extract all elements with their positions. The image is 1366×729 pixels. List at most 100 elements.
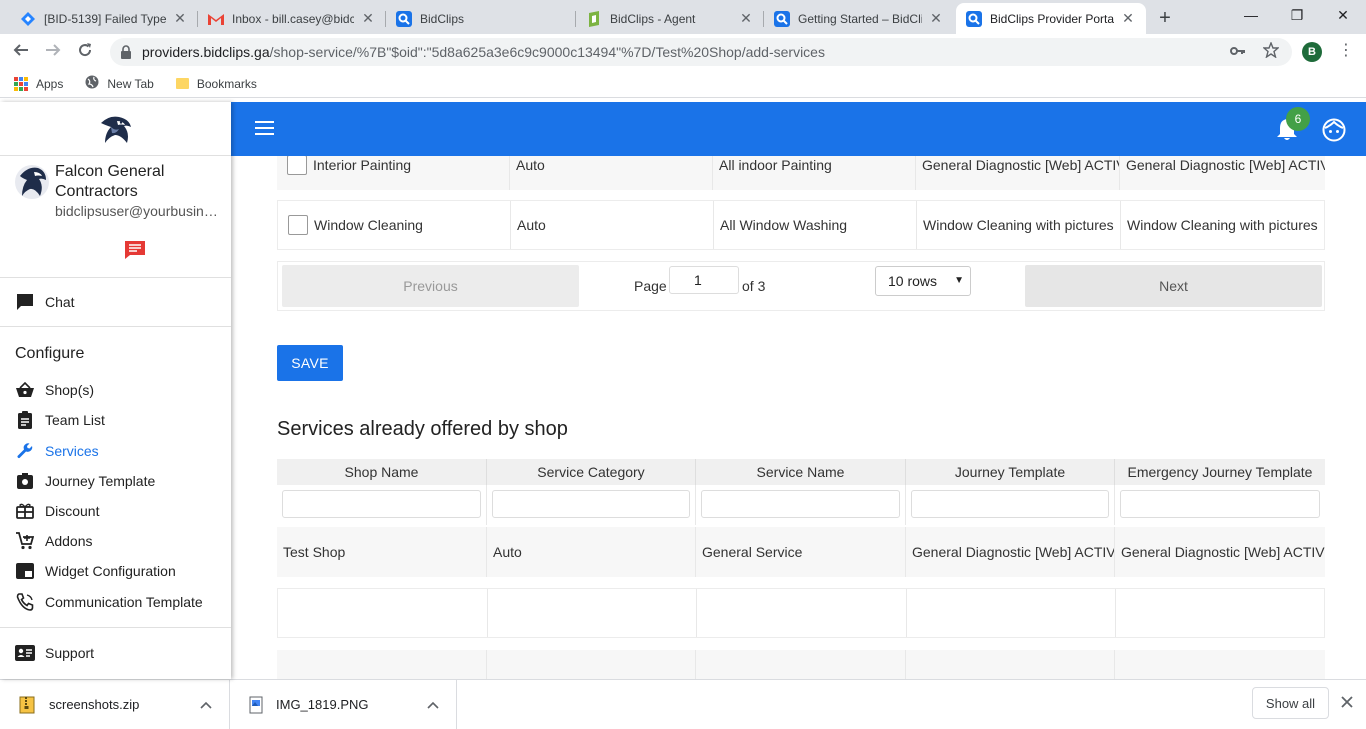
table-row[interactable]: Window Cleaning Auto All Window Washing … <box>277 200 1325 250</box>
sidebar-item-services[interactable]: Services <box>15 441 99 461</box>
close-downloads-icon[interactable] <box>1341 695 1353 711</box>
close-window-button[interactable]: ✕ <box>1320 0 1366 30</box>
bidclips-icon <box>966 10 982 27</box>
download-item[interactable]: IMG_1819.PNG <box>231 680 457 729</box>
next-page-button[interactable]: Next <box>1025 265 1322 307</box>
maximize-button[interactable]: ❐ <box>1274 0 1320 30</box>
browser-tab[interactable]: Inbox - bill.casey@bidc ✕ <box>198 3 386 34</box>
downloads-bar: screenshots.zip IMG_1819.PNG Show all <box>0 679 1366 729</box>
close-tab-icon[interactable]: ✕ <box>738 10 754 27</box>
sidebar-item-shops[interactable]: Shop(s) <box>15 380 94 400</box>
bidclips-icon <box>774 10 790 27</box>
message-icon[interactable] <box>124 240 146 260</box>
column-header-journey-template[interactable]: Journey Template <box>906 459 1115 485</box>
browser-menu-icon[interactable]: ⋮ <box>1338 40 1354 60</box>
bookmark-apps[interactable]: Apps <box>14 76 63 91</box>
sidebar-item-journey-template[interactable]: Journey Template <box>15 471 155 491</box>
bidclips-icon <box>396 10 412 27</box>
sidebar-item-team-list[interactable]: Team List <box>15 410 105 430</box>
page-number-input[interactable]: 1 <box>669 266 739 294</box>
reload-button[interactable] <box>72 39 98 65</box>
section-title: Services already offered by shop <box>277 418 568 440</box>
bookmark-new-tab[interactable]: New Tab <box>85 75 154 92</box>
widget-icon <box>15 561 35 581</box>
basket-icon <box>15 380 35 400</box>
gift-icon <box>15 501 35 521</box>
sidebar-item-addons[interactable]: Addons <box>15 531 92 551</box>
app-root: Falcon General Contractors bidclipsuser@… <box>0 98 1366 679</box>
column-header-shop-name[interactable]: Shop Name <box>277 459 487 485</box>
browser-tab[interactable]: Getting Started – BidCli ✕ <box>764 3 954 34</box>
lock-icon <box>120 45 134 59</box>
url-text: providers.bidclips.ga/shop-service/%7B"$… <box>142 44 825 60</box>
download-item[interactable]: screenshots.zip <box>0 680 230 729</box>
table-row[interactable]: Interior Painting Auto All indoor Painti… <box>277 156 1325 190</box>
chat-icon <box>15 292 35 312</box>
zip-file-icon <box>19 696 35 713</box>
apps-grid-icon <box>14 76 28 91</box>
key-icon[interactable] <box>1230 43 1246 59</box>
table-row[interactable]: Test Shop Auto General Service General D… <box>277 527 1325 577</box>
address-bar[interactable]: providers.bidclips.ga/shop-service/%7B"$… <box>110 38 1292 66</box>
column-header-service-category[interactable]: Service Category <box>487 459 696 485</box>
chevron-up-icon[interactable] <box>200 696 212 712</box>
back-button[interactable] <box>8 39 34 65</box>
filter-service-name-input[interactable] <box>701 490 900 518</box>
sidebar: Falcon General Contractors bidclipsuser@… <box>0 102 231 679</box>
bookmark-folder[interactable]: Bookmarks <box>175 77 257 91</box>
close-tab-icon[interactable]: ✕ <box>1120 10 1136 27</box>
table-row-empty <box>277 650 1325 679</box>
filter-service-category-input[interactable] <box>492 490 690 518</box>
close-tab-icon[interactable]: ✕ <box>360 10 376 27</box>
browser-tab[interactable]: BidClips - Agent ✕ <box>576 3 764 34</box>
profile-avatar[interactable]: B <box>1302 42 1322 62</box>
save-button[interactable]: SAVE <box>277 345 343 381</box>
filter-shop-name-input[interactable] <box>282 490 481 518</box>
sidebar-item-chat[interactable]: Chat <box>15 292 75 312</box>
hamburger-menu-icon[interactable] <box>255 121 274 136</box>
show-all-downloads-button[interactable]: Show all <box>1252 687 1329 719</box>
chevron-up-icon[interactable] <box>427 696 439 712</box>
app-top-bar: 6 <box>231 102 1366 156</box>
sidebar-item-communication-template[interactable]: Communication Template <box>15 592 203 612</box>
folder-icon <box>175 78 189 89</box>
rows-per-page-select[interactable]: 10 rows ▼ <box>875 266 971 296</box>
row-checkbox[interactable] <box>288 215 308 235</box>
table-row-empty <box>277 588 1325 638</box>
pagination: Previous Page 1 of 3 10 rows ▼ Next <box>277 261 1325 311</box>
notification-badge: 6 <box>1286 107 1310 131</box>
column-header-emergency-journey-template[interactable]: Emergency Journey Template <box>1115 459 1325 485</box>
clipboard-icon <box>15 410 35 430</box>
browser-tab-active[interactable]: BidClips Provider Portal ✕ <box>956 3 1146 34</box>
sidebar-item-widget-configuration[interactable]: Widget Configuration <box>15 561 176 581</box>
filter-emergency-journey-input[interactable] <box>1120 490 1320 518</box>
offered-table-filters <box>277 485 1325 525</box>
close-tab-icon[interactable]: ✕ <box>172 10 188 27</box>
row-checkbox[interactable] <box>287 156 307 175</box>
column-header-service-name[interactable]: Service Name <box>696 459 906 485</box>
forward-arrow-icon <box>46 44 61 56</box>
previous-page-button[interactable]: Previous <box>282 265 579 307</box>
cart-icon <box>15 531 35 551</box>
bookmarks-bar: Apps New Tab Bookmarks <box>0 70 1366 98</box>
close-tab-icon[interactable]: ✕ <box>928 10 944 27</box>
page-total: of 3 <box>742 278 766 294</box>
page-label: Page <box>634 278 667 294</box>
forward-button[interactable] <box>40 39 66 65</box>
app-logo[interactable] <box>0 102 231 156</box>
phone-icon <box>15 592 35 612</box>
user-email: bidclipsuser@yourbusiness.com <box>55 203 225 219</box>
new-tab-button[interactable]: + <box>1152 5 1178 31</box>
browser-tab[interactable]: BidClips <box>386 3 576 34</box>
minimize-button[interactable]: — <box>1228 0 1274 30</box>
bookmark-star-icon[interactable] <box>1262 41 1280 61</box>
browser-tab[interactable]: [BID-5139] Failed TypeE ✕ <box>10 3 198 34</box>
sidebar-item-support[interactable]: Support <box>15 643 94 663</box>
user-face-icon[interactable] <box>1322 118 1346 142</box>
reload-icon <box>79 43 92 57</box>
camera-icon <box>15 471 35 491</box>
filter-journey-template-input[interactable] <box>911 490 1109 518</box>
support-card-icon <box>15 643 35 663</box>
sidebar-item-discount[interactable]: Discount <box>15 501 99 521</box>
back-arrow-icon <box>13 44 28 56</box>
